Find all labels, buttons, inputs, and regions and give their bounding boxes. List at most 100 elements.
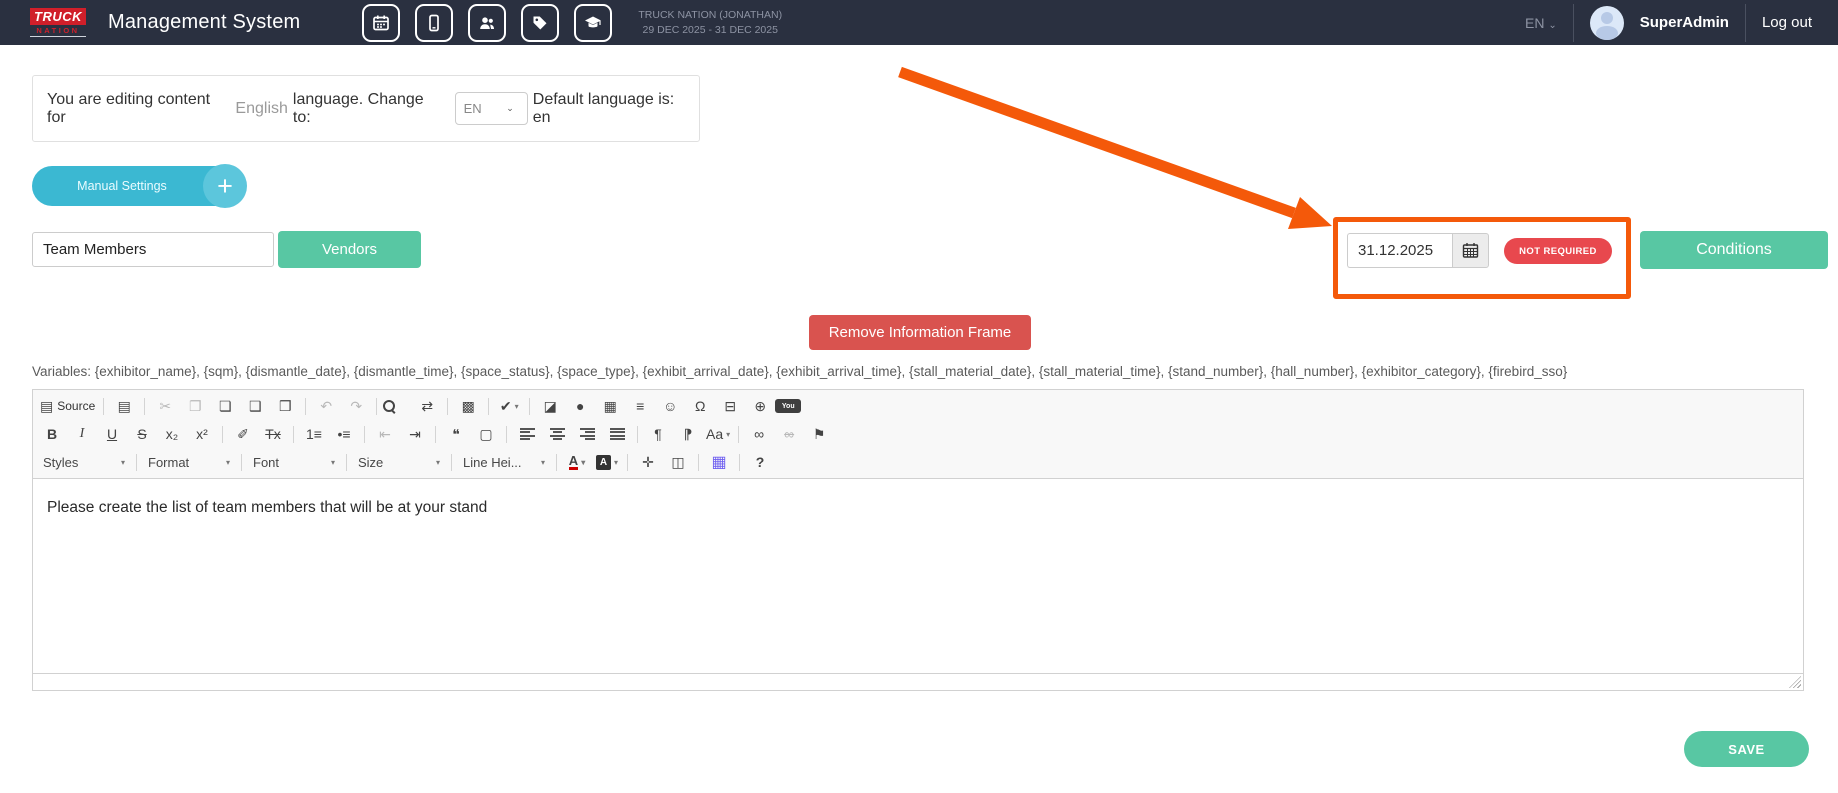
date-input[interactable]	[1347, 233, 1452, 268]
bold-button[interactable]: B	[37, 422, 67, 446]
remove-format-button[interactable]: Tx	[258, 422, 288, 446]
not-required-badge[interactable]: NOT REQUIRED	[1504, 238, 1612, 264]
format-combo[interactable]: Format▾	[142, 450, 236, 474]
nav-language-dropdown[interactable]: EN ⌄	[1525, 15, 1557, 31]
help-button[interactable]: ?	[745, 450, 775, 474]
cut-button: ✂	[150, 394, 180, 418]
username: SuperAdmin	[1640, 14, 1729, 31]
event-dates: 29 DEC 2025 - 31 DEC 2025	[638, 23, 782, 38]
users-icon[interactable]	[468, 4, 506, 42]
toolbar-separator	[506, 426, 507, 443]
language-banner: You are editing content for English lang…	[32, 75, 700, 142]
outdent-button: ⇤	[370, 422, 400, 446]
copy-button: ❐	[180, 394, 210, 418]
bg-color-button[interactable]: A▾	[592, 450, 622, 474]
find-button[interactable]	[382, 399, 412, 413]
align-center-button[interactable]	[542, 422, 572, 446]
save-button[interactable]: SAVE	[1684, 731, 1809, 767]
calendar-picker-button[interactable]	[1452, 233, 1489, 268]
align-justify-button[interactable]	[602, 422, 632, 446]
iframe-button[interactable]: ⊕	[745, 394, 775, 418]
chevron-down-icon: ▾	[541, 458, 545, 467]
show-blocks-button[interactable]: ◫	[663, 450, 693, 474]
chevron-down-icon: ⌄	[1548, 20, 1556, 31]
truck-nation-logo: TRUCK NATION	[30, 8, 86, 37]
language-button[interactable]: Aa▾	[703, 422, 733, 446]
toolbar-separator	[103, 398, 104, 415]
toolbar-separator	[305, 398, 306, 415]
graduation-cap-icon[interactable]	[574, 4, 612, 42]
grid-button[interactable]: ▦	[704, 450, 734, 474]
bullet-list-button[interactable]: •≡	[329, 422, 359, 446]
superscript-button[interactable]: x²	[187, 422, 217, 446]
mobile-icon[interactable]	[415, 4, 453, 42]
chevron-down-icon: ⌄	[506, 103, 514, 114]
paste-word-button[interactable]: ❒	[270, 394, 300, 418]
maximize-button[interactable]: ✛	[633, 450, 663, 474]
strike-button[interactable]: S	[127, 422, 157, 446]
banner-middle: language. Change to:	[293, 91, 444, 127]
indent-button[interactable]: ⇥	[400, 422, 430, 446]
calendar-icon[interactable]	[362, 4, 400, 42]
toolbar-separator	[136, 454, 137, 471]
smiley-button[interactable]: ☺	[655, 394, 685, 418]
language-select[interactable]: EN ⌄	[455, 92, 528, 125]
line-height-combo[interactable]: Line Hei...▾	[457, 450, 551, 474]
resize-grip-icon[interactable]	[1789, 676, 1801, 688]
chevron-down-icon: ▾	[121, 458, 125, 467]
nav-icon-group	[362, 4, 612, 42]
text-color-button[interactable]: A▾	[562, 450, 592, 474]
rich-text-editor: ▤Source▤✂❐❏❑❒↶↷⇄▩✔▾◪●▦≡☺Ω⊟⊕YouBIUSx₂x²✐T…	[32, 389, 1804, 691]
blockquote-button[interactable]: ❝	[441, 422, 471, 446]
link-button[interactable]: ∞	[744, 422, 774, 446]
undo-button: ↶	[311, 394, 341, 418]
toolbar-separator	[698, 454, 699, 471]
chevron-down-icon: ▾	[226, 458, 230, 467]
toolbar-separator	[488, 398, 489, 415]
horizontal-rule-button[interactable]: ≡	[625, 394, 655, 418]
toolbar-separator	[346, 454, 347, 471]
select-all-button[interactable]: ▩	[453, 394, 483, 418]
rtl-button[interactable]: ⁋	[673, 422, 703, 446]
editor-content[interactable]: Please create the list of team members t…	[33, 479, 1803, 673]
replace-button[interactable]: ⇄	[412, 394, 442, 418]
font-combo[interactable]: Font▾	[247, 450, 341, 474]
logout-button[interactable]: Log out	[1762, 14, 1812, 31]
table-button[interactable]: ▦	[595, 394, 625, 418]
align-left-button[interactable]	[512, 422, 542, 446]
align-right-button[interactable]	[572, 422, 602, 446]
youtube-button[interactable]: You	[775, 399, 801, 413]
flash-button[interactable]: ●	[565, 394, 595, 418]
styles-combo[interactable]: Styles▾	[37, 450, 131, 474]
italic-button[interactable]: I	[67, 422, 97, 446]
ltr-button[interactable]: ¶	[643, 422, 673, 446]
page-break-button[interactable]: ⊟	[715, 394, 745, 418]
anchor-button[interactable]: ⚑	[804, 422, 834, 446]
frame-title-input[interactable]	[32, 232, 274, 267]
event-name: TRUCK NATION (JONATHAN)	[638, 8, 782, 23]
calendar-icon	[1462, 242, 1479, 259]
subscript-button[interactable]: x₂	[157, 422, 187, 446]
paste-text-button[interactable]: ❑	[240, 394, 270, 418]
avatar[interactable]	[1590, 6, 1624, 40]
toolbar-separator	[376, 398, 377, 415]
remove-information-frame-button[interactable]: Remove Information Frame	[809, 315, 1031, 350]
new-page-button[interactable]: ▤	[109, 394, 139, 418]
toolbar-separator	[738, 426, 739, 443]
ordered-list-button[interactable]: 1≡	[299, 422, 329, 446]
size-combo[interactable]: Size▾	[352, 450, 446, 474]
copy-formatting-button[interactable]: ✐	[228, 422, 258, 446]
plus-icon[interactable]: +	[203, 164, 247, 208]
manual-settings-button[interactable]: Manual Settings +	[32, 166, 246, 206]
special-char-button[interactable]: Ω	[685, 394, 715, 418]
vendors-button[interactable]: Vendors	[278, 231, 421, 268]
source-button[interactable]: ▤Source	[37, 394, 98, 418]
div-button[interactable]: ▢	[471, 422, 501, 446]
conditions-button[interactable]: Conditions	[1640, 231, 1828, 269]
editor-toolbar: ▤Source▤✂❐❏❑❒↶↷⇄▩✔▾◪●▦≡☺Ω⊟⊕YouBIUSx₂x²✐T…	[33, 390, 1803, 479]
underline-button[interactable]: U	[97, 422, 127, 446]
image-button[interactable]: ◪	[535, 394, 565, 418]
paste-button[interactable]: ❏	[210, 394, 240, 418]
tag-icon[interactable]	[521, 4, 559, 42]
spell-check-button[interactable]: ✔▾	[494, 394, 524, 418]
